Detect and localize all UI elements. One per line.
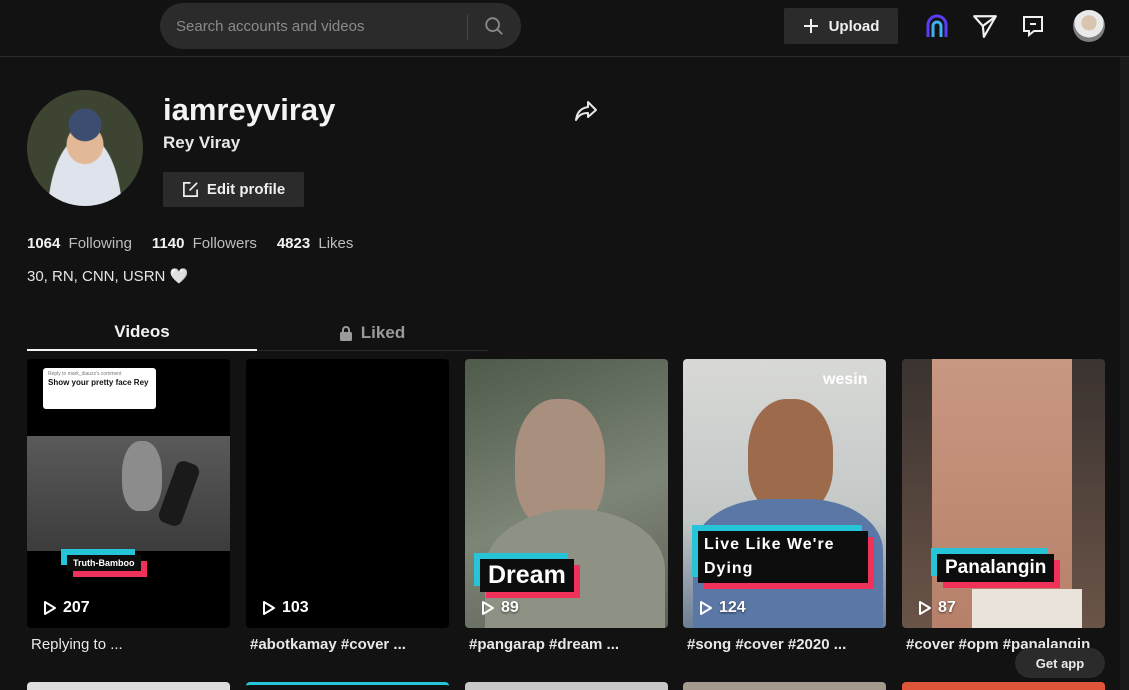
video-caption[interactable]: #pangarap #dream ... [469,636,672,653]
video-thumbnail [932,359,1072,628]
following-count: 1064 [27,235,61,252]
search-divider [467,14,468,40]
search-button[interactable] [478,11,510,41]
video-card-partial[interactable] [902,682,1105,690]
tab-liked[interactable]: Liked [257,315,487,351]
profile-avatar [27,90,143,206]
followers-count: 1140 [151,235,185,252]
video-card-partial[interactable] [465,682,668,690]
bio: 30, RN, CNN, USRN 🤍 [27,268,189,285]
edit-profile-button[interactable]: Edit profile [163,172,304,207]
video-card[interactable]: Reply to mark_diauzz's comment Show your… [27,359,230,628]
video-card[interactable]: Panalangin 87 [902,359,1105,628]
username: iamreyviray [163,92,336,127]
edit-icon [182,182,198,197]
lock-icon [339,326,352,341]
view-count-value: 89 [501,599,519,616]
view-count-value: 124 [719,599,746,616]
play-icon [919,601,931,615]
reply-bubble: Reply to mark_diauzz's comment Show your… [43,368,156,409]
view-count-value: 103 [282,599,309,616]
profile-tabs: Videos Liked [27,315,488,351]
top-bar: Upload [0,0,1129,57]
tab-videos-label: Videos [114,322,170,341]
video-overlay-text: Live Like We're Dying [698,531,868,583]
live-button[interactable] [923,12,951,40]
view-count: 87 [918,599,956,617]
likes-stat: 4823 Likes [277,235,354,252]
video-card-partial[interactable] [246,682,449,690]
video-thumbnail [748,399,833,514]
video-card-partial[interactable] [27,682,230,690]
play-icon [482,601,494,615]
followers-label: Followers [192,235,257,252]
video-card[interactable]: wesin Live Like We're Dying 124 [683,359,886,628]
view-count: 207 [43,599,90,617]
video-overlay-text: Dream [480,559,574,592]
tab-videos[interactable]: Videos [27,315,257,351]
search-icon [485,17,503,35]
video-card-partial[interactable] [683,682,886,690]
messages-icon [1023,16,1043,38]
following-label: Following [68,235,132,252]
video-card[interactable]: 103 [246,359,449,628]
video-overlay-text: Truth-Bamboo [67,555,141,571]
likes-count: 4823 [276,235,311,252]
send-icon [973,15,997,38]
scrollbar[interactable] [1120,57,1129,690]
get-app-button[interactable]: Get app [1015,648,1105,678]
view-count: 103 [262,599,309,617]
view-count: 89 [481,599,519,617]
view-count-value: 207 [63,599,90,616]
play-icon [700,601,712,615]
header-avatar[interactable] [1073,10,1105,42]
profile-stats: 1064 Following 1140 Followers 4823 Likes [27,235,353,252]
inbox-send-button[interactable] [971,12,999,40]
messages-button[interactable] [1019,12,1047,40]
video-overlay-text: Panalangin [937,554,1055,582]
reply-to-text: Reply to mark_diauzz's comment [48,371,122,377]
upload-button[interactable]: Upload [784,8,898,44]
display-name: Rey Viray [163,133,241,152]
video-thumbnail [27,436,230,551]
search-bar [160,3,521,49]
tab-liked-label: Liked [360,323,406,342]
share-icon [575,101,597,121]
play-icon [44,601,56,615]
view-count: 124 [699,599,746,617]
following-stat[interactable]: 1064 Following [27,235,132,252]
video-caption[interactable]: Replying to ... [31,636,234,653]
video-caption[interactable]: #song #cover #2020 ... [687,636,890,653]
view-count-value: 87 [938,599,956,616]
followers-stat[interactable]: 1140 Followers [152,235,257,252]
live-icon [926,14,948,37]
play-icon [263,601,275,615]
share-button[interactable] [573,98,601,126]
plus-icon [803,19,818,33]
edit-profile-label: Edit profile [206,181,286,198]
search-input[interactable] [176,3,466,49]
brand-watermark: wesin [823,371,868,388]
likes-label: Likes [318,235,354,252]
upload-label: Upload [828,17,880,35]
video-card[interactable]: Dream 89 [465,359,668,628]
reply-text: Show your pretty face Rey [48,378,149,387]
video-caption[interactable]: #abotkamay #cover ... [250,636,453,653]
